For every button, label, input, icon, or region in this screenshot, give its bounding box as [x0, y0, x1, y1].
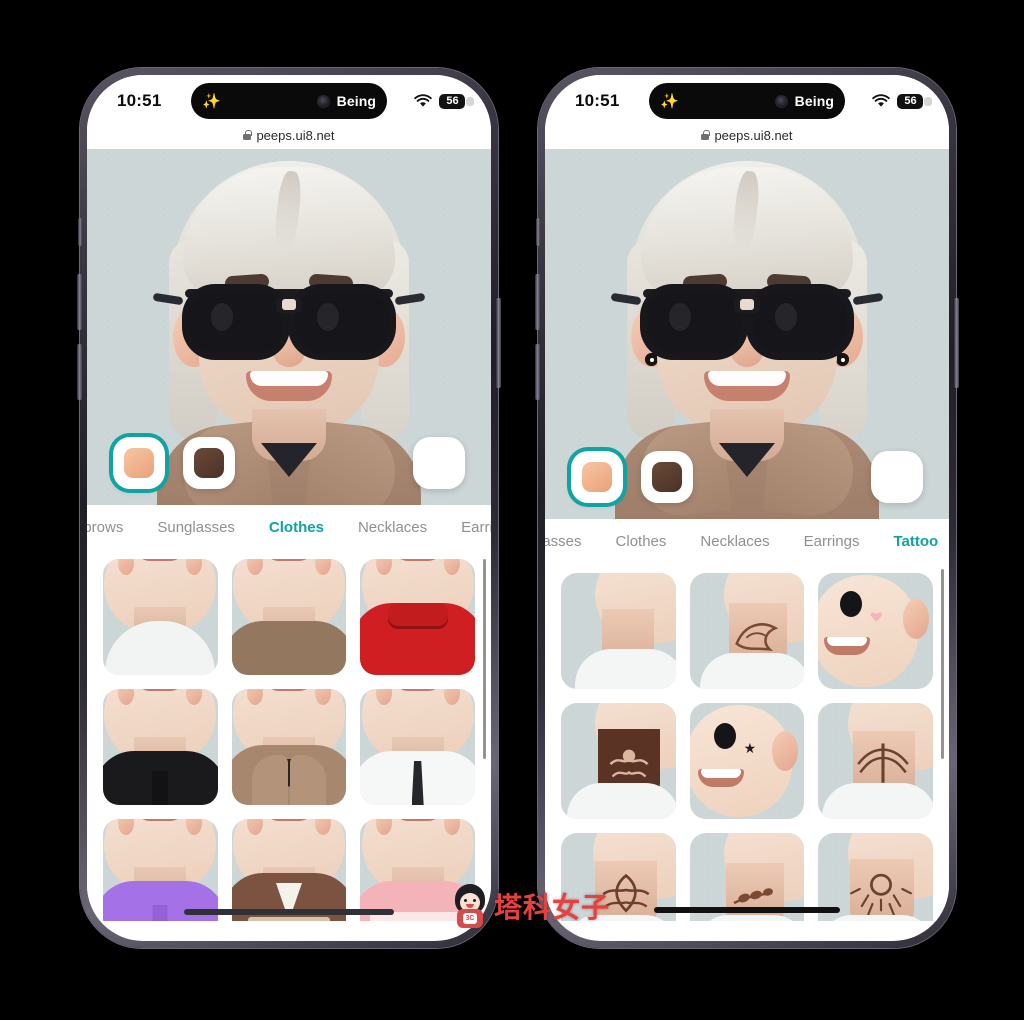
- vertical-scrollbar-right[interactable]: [941, 569, 944, 759]
- grid-item-neck-wing-tattoo[interactable]: [818, 703, 933, 819]
- power-button[interactable]: [496, 298, 501, 388]
- swatch-dark-brown[interactable]: [641, 451, 693, 503]
- screenshot-canvas: 10:51 56 ✨ Being peeps.ui8.net brows Sun…: [0, 0, 1024, 1020]
- tab-clothes[interactable]: Clothes: [616, 533, 667, 550]
- watermark-badge: 3C: [463, 913, 477, 924]
- color-swatch-row-right: [545, 451, 949, 503]
- star-mark-icon: ★: [743, 740, 757, 756]
- camera-dot-icon: [316, 94, 330, 108]
- wifi-icon: [872, 94, 890, 107]
- avatar-sunglasses: [152, 283, 426, 357]
- dynamic-island-left[interactable]: ✨ Being: [191, 83, 387, 119]
- swatch-skin-peach[interactable]: [571, 451, 623, 503]
- clothes-grid-wrap: [87, 549, 491, 921]
- swatch-empty[interactable]: [413, 437, 465, 489]
- tab-necklaces[interactable]: Necklaces: [700, 533, 769, 550]
- avatar-sunglasses: [610, 283, 884, 357]
- phone-left: 10:51 56 ✨ Being peeps.ui8.net brows Sun…: [77, 68, 501, 948]
- volume-down-button[interactable]: [77, 344, 82, 400]
- tab-sunglasses[interactable]: Sunglasses: [157, 519, 235, 536]
- status-bar-left: 10:51 56 ✨ Being: [87, 75, 491, 121]
- status-time: 10:51: [117, 91, 162, 110]
- grid-item-black-polo[interactable]: [103, 689, 218, 805]
- grid-item-white-shirt-tie[interactable]: [360, 689, 475, 805]
- tattoo-grid-wrap: ★: [545, 563, 949, 921]
- avatar-preview-right: [545, 149, 949, 519]
- watermark-text: 塔科女子: [494, 891, 611, 924]
- watermark-mascot-icon: 3C: [452, 884, 488, 928]
- tattoo-art: [849, 873, 912, 916]
- grid-item-red-turtleneck[interactable]: [360, 559, 475, 675]
- volume-up-button[interactable]: [535, 274, 540, 330]
- color-swatch-row-left: [87, 437, 491, 489]
- swatch-empty[interactable]: [871, 451, 923, 503]
- sparkle-icon: ✨: [202, 92, 221, 110]
- url-text: peeps.ui8.net: [714, 127, 793, 143]
- grid-item-purple-polo[interactable]: [103, 819, 218, 921]
- tab-clothes[interactable]: Clothes: [269, 519, 324, 536]
- url-bar-left[interactable]: peeps.ui8.net: [87, 121, 491, 149]
- tab-earrings[interactable]: Earrings: [804, 533, 860, 550]
- watermark: 3C 塔科女子: [452, 884, 610, 928]
- camera-dot-icon: [774, 94, 788, 108]
- island-app-label: Being: [794, 93, 834, 109]
- category-tabs-left[interactable]: ebrows Sunglasses Clothes Necklaces Earr…: [87, 505, 491, 549]
- url-text: peeps.ui8.net: [256, 127, 335, 143]
- sparkle-icon: ✨: [660, 92, 679, 110]
- screen-right: 10:51 56 ✨ Being peeps.ui8.net asses Clo…: [545, 75, 949, 941]
- status-indicators: 56: [414, 93, 474, 109]
- tab-sunglasses[interactable]: lasses: [545, 533, 582, 550]
- dynamic-island-right[interactable]: ✨ Being: [649, 83, 845, 119]
- mute-switch[interactable]: [536, 218, 540, 246]
- volume-down-button[interactable]: [535, 344, 540, 400]
- grid-item-face-star-tattoo[interactable]: ★: [689, 703, 805, 819]
- home-indicator-left: [183, 909, 395, 915]
- grid-item-brown-jacket[interactable]: [231, 819, 347, 921]
- status-indicators: 56: [872, 93, 932, 109]
- volume-up-button[interactable]: [77, 274, 82, 330]
- category-tabs-right[interactable]: lasses Clothes Necklaces Earrings Tattoo: [545, 519, 949, 563]
- swatch-dark-brown[interactable]: [183, 437, 235, 489]
- tab-tattoo[interactable]: Tattoo: [893, 533, 938, 550]
- island-app-label: Being: [336, 93, 376, 109]
- url-bar-right[interactable]: peeps.ui8.net: [545, 121, 949, 149]
- tab-eyebrows[interactable]: ebrows: [87, 519, 123, 536]
- screen-left: 10:51 56 ✨ Being peeps.ui8.net brows Sun…: [87, 75, 491, 941]
- grid-item-brown-hoodie[interactable]: [231, 689, 347, 805]
- lock-icon: [701, 130, 710, 140]
- grid-item-neck-swirl-tattoo[interactable]: [689, 573, 805, 689]
- vertical-scrollbar-left[interactable]: [483, 559, 486, 759]
- phone-right: 10:51 56 ✨ Being peeps.ui8.net asses Clo…: [535, 68, 959, 948]
- tattoo-art: [857, 743, 910, 783]
- tattoo-grid: ★: [545, 563, 949, 921]
- status-bar-right: 10:51 56 ✨ Being: [545, 75, 949, 121]
- power-button[interactable]: [954, 298, 959, 388]
- battery-badge: 56: [439, 93, 474, 109]
- swatch-skin-peach[interactable]: [113, 437, 165, 489]
- mute-switch[interactable]: [78, 218, 82, 246]
- clothes-grid: [87, 549, 491, 921]
- wifi-icon: [414, 94, 432, 107]
- grid-item-neck-floral-dark[interactable]: [561, 703, 676, 819]
- home-indicator-right: [654, 907, 840, 913]
- grid-item-no-tattoo[interactable]: [561, 573, 676, 689]
- battery-badge: 56: [897, 93, 932, 109]
- grid-item-white-tank-top[interactable]: [103, 559, 218, 675]
- status-time: 10:51: [575, 91, 620, 110]
- lock-icon: [243, 130, 252, 140]
- tab-necklaces[interactable]: Necklaces: [358, 519, 427, 536]
- grid-item-brown-tshirt[interactable]: [231, 559, 347, 675]
- grid-item-face-heart-tattoo[interactable]: [818, 573, 933, 689]
- avatar-preview-left: [87, 149, 491, 505]
- tattoo-art: [609, 749, 649, 778]
- tab-earrings[interactable]: Earri: [461, 519, 491, 536]
